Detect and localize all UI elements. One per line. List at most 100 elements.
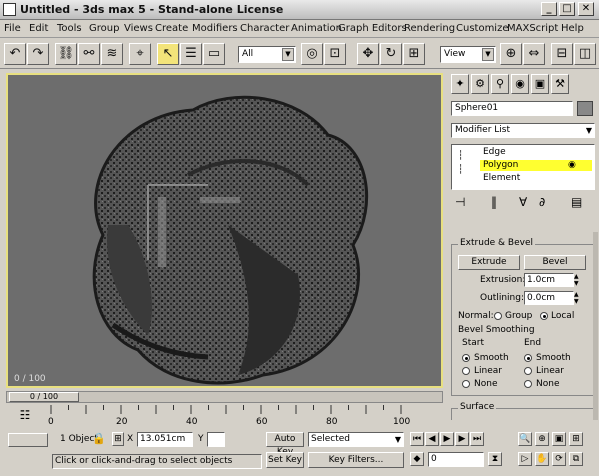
start-none-radio[interactable]: [462, 380, 470, 388]
hierarchy-tab-icon[interactable]: ⚲: [491, 74, 509, 94]
start-linear-radio[interactable]: [462, 367, 470, 375]
remove-modifier-icon[interactable]: ∂: [539, 195, 545, 209]
x-coord-field[interactable]: 13.051cm: [137, 432, 193, 447]
perspective-viewport[interactable]: [6, 73, 443, 388]
track-bar-toggle-icon[interactable]: ☷: [14, 408, 36, 428]
object-name-field[interactable]: Sphere01: [451, 101, 573, 116]
zoom-extents-icon[interactable]: ▣: [552, 432, 566, 446]
extrusion-spinner[interactable]: 1.0cm: [524, 273, 574, 287]
play-icon[interactable]: ▶: [440, 432, 454, 446]
reference-coord-dropdown[interactable]: View ▼: [440, 46, 496, 63]
current-frame-field[interactable]: 0: [428, 452, 484, 467]
auto-key-button[interactable]: Auto Key: [266, 432, 304, 457]
start-smooth-radio[interactable]: [462, 354, 470, 362]
bevel-button[interactable]: Bevel: [524, 255, 586, 270]
menu-tools[interactable]: Tools: [57, 23, 82, 34]
end-smooth-radio[interactable]: [524, 354, 532, 362]
utilities-tab-icon[interactable]: ⚒: [551, 74, 569, 94]
arc-rotate-icon[interactable]: ⟳: [552, 452, 566, 466]
track-bar[interactable]: 0 20 40 60 80 100: [45, 405, 445, 430]
key-filters-button[interactable]: Key Filters...: [308, 452, 404, 468]
window-crossing-icon[interactable]: ⊡: [324, 43, 346, 65]
lock-selection-icon[interactable]: 🔒: [92, 432, 106, 445]
outlining-spinner-arrows-icon[interactable]: ▲ ▼: [574, 291, 582, 305]
time-slider[interactable]: 0 / 100: [6, 391, 443, 403]
configure-sets-icon[interactable]: ▤: [571, 195, 582, 209]
menu-animation[interactable]: Animation: [291, 23, 342, 34]
end-none-radio[interactable]: [524, 380, 532, 388]
zoom-icon[interactable]: 🔍: [518, 432, 532, 446]
select-object-icon[interactable]: ⌖: [129, 43, 151, 65]
stack-item-edge[interactable]: Edge: [480, 147, 592, 158]
extrude-button[interactable]: Extrude: [458, 255, 520, 270]
extrusion-spinner-arrows-icon[interactable]: ▲ ▼: [574, 273, 582, 287]
time-config-icon[interactable]: ⧗: [488, 452, 502, 466]
next-frame-icon[interactable]: ▶: [455, 432, 469, 446]
go-to-end-icon[interactable]: ⏭: [470, 432, 484, 446]
display-tab-icon[interactable]: ▣: [531, 74, 549, 94]
go-to-start-icon[interactable]: ⏮: [410, 432, 424, 446]
time-slider-thumb[interactable]: 0 / 100: [9, 392, 79, 402]
undo-icon[interactable]: ↶: [4, 43, 26, 65]
menu-views[interactable]: Views: [124, 23, 153, 34]
pin-stack-icon[interactable]: ⊣: [455, 195, 465, 209]
zoom-all-icon[interactable]: ⊕: [535, 432, 549, 446]
menu-help[interactable]: Help: [561, 23, 584, 34]
menu-group[interactable]: Group: [89, 23, 119, 34]
pan-icon[interactable]: ✋: [535, 452, 549, 466]
y-coord-field[interactable]: [207, 432, 225, 447]
link-icon[interactable]: ⛓: [55, 43, 77, 65]
align-icon[interactable]: ⊟: [551, 43, 573, 65]
close-button[interactable]: ✕: [578, 2, 594, 16]
select-by-name-icon[interactable]: ☰: [180, 43, 202, 65]
make-unique-icon[interactable]: ∀: [519, 195, 527, 209]
motion-tab-icon[interactable]: ◉: [511, 74, 529, 94]
menu-file[interactable]: File: [4, 23, 21, 34]
field-of-view-icon[interactable]: ▷: [518, 452, 532, 466]
select-pointer-icon[interactable]: ↖: [157, 43, 179, 65]
start-linear-label: Linear: [474, 366, 502, 376]
absolute-mode-icon[interactable]: ⊞: [112, 432, 124, 446]
normal-local-radio[interactable]: [540, 312, 548, 320]
zoom-extents-all-icon[interactable]: ⊞: [569, 432, 583, 446]
end-linear-radio[interactable]: [524, 367, 532, 375]
layer-icon[interactable]: ◫: [574, 43, 596, 65]
outlining-spinner[interactable]: 0.0cm: [524, 291, 574, 305]
bind-space-warp-icon[interactable]: ≋: [101, 43, 123, 65]
move-icon[interactable]: ✥: [357, 43, 379, 65]
modifier-list-dropdown[interactable]: Modifier List ▼: [451, 123, 595, 138]
menu-edit[interactable]: Edit: [29, 23, 48, 34]
stack-item-element[interactable]: Element: [480, 173, 592, 184]
scale-icon[interactable]: ⊞: [403, 43, 425, 65]
rotate-icon[interactable]: ↻: [380, 43, 402, 65]
mirror-icon[interactable]: ⇔: [523, 43, 545, 65]
selection-filter-dropdown[interactable]: All ▼: [238, 46, 296, 63]
menu-graph-editors[interactable]: Graph Editors: [338, 23, 407, 34]
menu-maxscript[interactable]: MAXScript: [507, 23, 558, 34]
maximize-button[interactable]: □: [559, 2, 575, 16]
select-region-icon[interactable]: ◎: [301, 43, 323, 65]
maxscript-listener-button[interactable]: [8, 433, 48, 447]
normal-group-radio[interactable]: [494, 312, 502, 320]
unlink-icon[interactable]: ⚯: [78, 43, 100, 65]
command-panel-scrollbar[interactable]: [593, 232, 598, 420]
redo-icon[interactable]: ↷: [27, 43, 49, 65]
object-color-swatch[interactable]: [577, 101, 593, 116]
menu-modifiers[interactable]: Modifiers: [192, 23, 238, 34]
menu-create[interactable]: Create: [155, 23, 188, 34]
menu-rendering[interactable]: Rendering: [404, 23, 455, 34]
key-mode-dropdown[interactable]: Selected ▼: [308, 432, 404, 447]
rectangular-selection-icon[interactable]: ▭: [203, 43, 225, 65]
previous-frame-icon[interactable]: ◀: [425, 432, 439, 446]
key-mode-toggle-icon[interactable]: ◆: [410, 452, 424, 466]
show-end-result-icon[interactable]: ‖: [491, 195, 497, 209]
create-tab-icon[interactable]: ✦: [451, 74, 469, 94]
set-key-button[interactable]: Set Key: [266, 452, 304, 468]
minimize-button[interactable]: _: [541, 2, 557, 16]
menu-character[interactable]: Character: [240, 23, 289, 34]
modify-tab-icon[interactable]: ⚙: [471, 74, 489, 94]
pivot-center-icon[interactable]: ⊕: [500, 43, 522, 65]
menu-customize[interactable]: Customize: [456, 23, 509, 34]
maximize-viewport-icon[interactable]: ⧉: [569, 452, 583, 466]
eye-icon[interactable]: ◉: [568, 160, 576, 170]
